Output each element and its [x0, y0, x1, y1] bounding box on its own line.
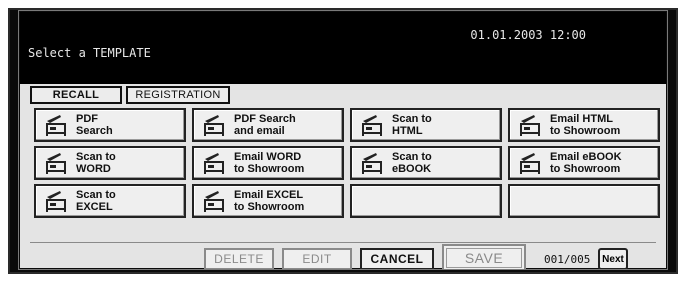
template-label: Scan to WORD — [76, 151, 116, 175]
template-label: Email eBOOK to Showroom — [550, 151, 622, 175]
template-label: Email EXCEL to Showroom — [234, 189, 305, 213]
template-button[interactable]: Email EXCEL to Showroom — [192, 184, 344, 218]
scanner-icon — [44, 150, 70, 176]
template-label: PDF Search — [76, 113, 113, 137]
date-time: 01.01.2003 12:00 — [470, 28, 586, 42]
scanner-icon — [518, 112, 544, 138]
template-button[interactable]: PDF Search and email — [192, 108, 344, 142]
template-button[interactable]: PDF Search — [34, 108, 186, 142]
template-button-empty[interactable] — [350, 184, 502, 218]
save-button[interactable]: SAVE — [442, 244, 526, 269]
template-label: Scan to HTML — [392, 113, 432, 137]
template-button-empty[interactable] — [508, 184, 660, 218]
template-area: RECALL REGISTRATION PDF Search PDF Searc… — [20, 84, 666, 269]
scanner-icon — [360, 150, 386, 176]
template-button[interactable]: Email WORD to Showroom — [192, 146, 344, 180]
scanner-icon — [360, 112, 386, 138]
scanner-icon — [202, 112, 228, 138]
cancel-button[interactable]: CANCEL — [360, 248, 434, 269]
tab-bar: RECALL REGISTRATION — [30, 86, 230, 104]
template-button[interactable]: Scan to EXCEL — [34, 184, 186, 218]
scanner-icon — [44, 188, 70, 214]
prompt-text: Select a TEMPLATE — [28, 46, 151, 60]
template-button[interactable]: Scan to WORD — [34, 146, 186, 180]
next-button[interactable]: Next — [598, 248, 628, 269]
control-panel-screen: Select a TEMPLATE 01.01.2003 12:00 RECAL… — [18, 10, 668, 270]
tab-registration[interactable]: REGISTRATION — [126, 86, 230, 104]
template-button[interactable]: Email eBOOK to Showroom — [508, 146, 660, 180]
template-button[interactable]: Scan to HTML — [350, 108, 502, 142]
scanner-icon — [202, 188, 228, 214]
divider — [30, 242, 656, 243]
template-label: Email HTML to Showroom — [550, 113, 621, 137]
screen-header: Select a TEMPLATE 01.01.2003 12:00 — [20, 12, 666, 84]
edit-button[interactable]: EDIT — [282, 248, 352, 269]
page-indicator: 001/005 — [544, 253, 591, 266]
template-button[interactable]: Scan to eBOOK — [350, 146, 502, 180]
template-label: Email WORD to Showroom — [234, 151, 305, 175]
template-button[interactable]: Email HTML to Showroom — [508, 108, 660, 142]
delete-button[interactable]: DELETE — [204, 248, 274, 269]
scanner-icon — [518, 150, 544, 176]
scanner-icon — [44, 112, 70, 138]
scanner-icon — [202, 150, 228, 176]
tab-recall[interactable]: RECALL — [30, 86, 122, 104]
template-label: Scan to EXCEL — [76, 189, 116, 213]
template-grid: PDF Search PDF Search and email Scan to … — [34, 108, 660, 218]
template-label: PDF Search and email — [234, 113, 296, 137]
template-label: Scan to eBOOK — [392, 151, 432, 175]
